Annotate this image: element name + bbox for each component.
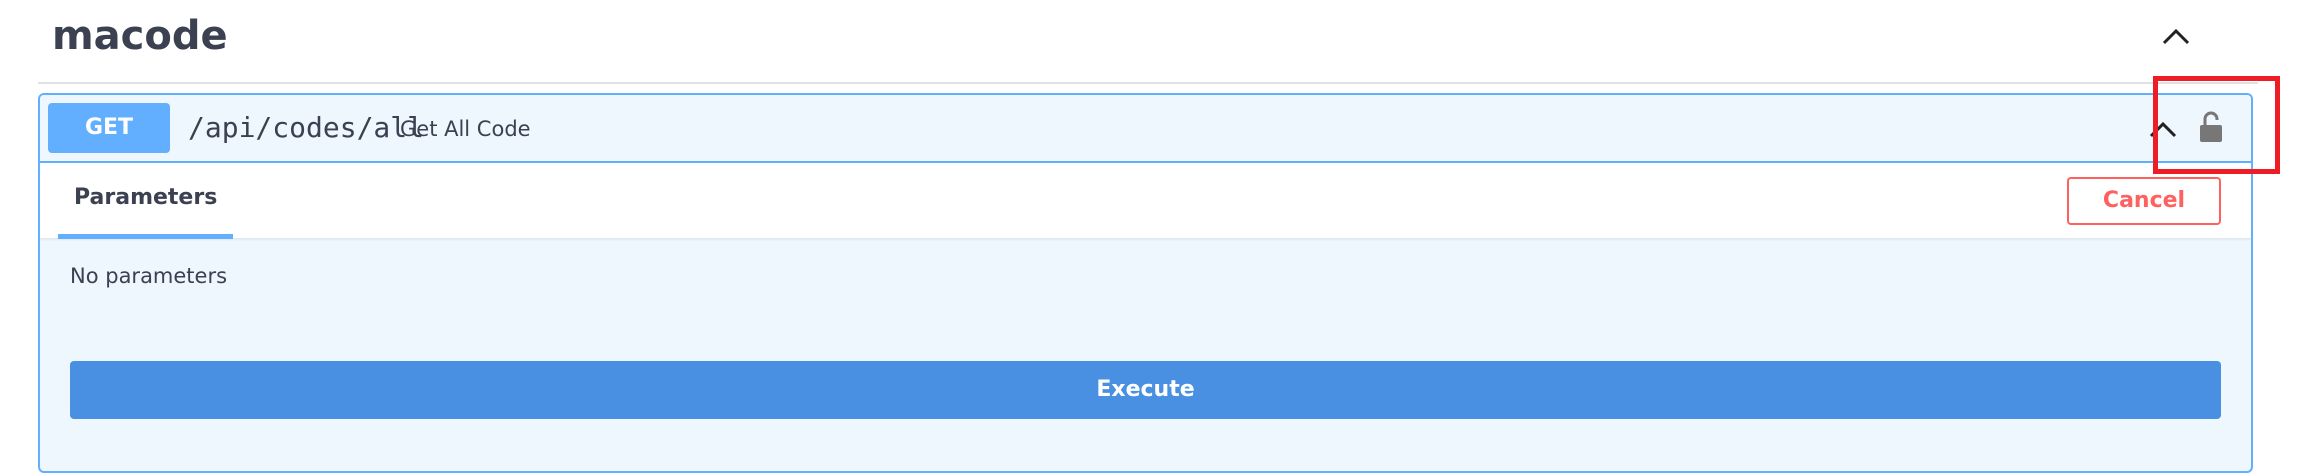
endpoint-path: /api/codes/all [188,111,425,144]
unlocked-padlock-icon [2200,111,2222,142]
cancel-button[interactable]: Cancel [2067,177,2221,225]
execute-button[interactable]: Execute [70,361,2221,419]
http-method-badge: GET [48,103,170,153]
tag-collapse-button[interactable] [2154,14,2198,58]
authorization-lock-button[interactable] [2193,107,2229,147]
tag-section: macode [38,0,2258,84]
operation-summary[interactable]: GET /api/codes/all Get All Code [40,95,2251,163]
tag-title[interactable]: macode [52,8,228,64]
operation-block: GET /api/codes/all Get All Code Paramete… [38,93,2253,473]
operation-collapse-button[interactable] [2143,109,2183,149]
parameters-header: Parameters Cancel [40,163,2251,239]
tab-parameters[interactable]: Parameters [58,163,234,239]
operation-description: Get All Code [400,117,531,141]
chevron-up-icon [2149,121,2177,138]
no-parameters-message: No parameters [70,264,228,288]
chevron-up-icon [2162,28,2190,45]
